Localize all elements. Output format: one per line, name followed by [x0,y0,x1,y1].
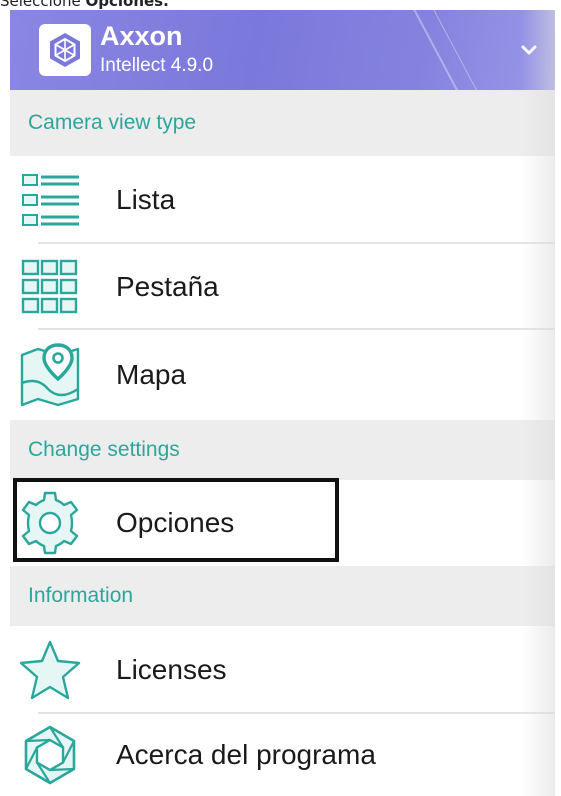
instruction-caption: Seleccione Opciones. [0,0,169,10]
section-camera-view-type: Camera view type [10,90,555,156]
caption-emphasis: Opciones. [85,0,169,10]
axxon-logo-icon [39,24,91,76]
menu-item-mapa[interactable]: Mapa [10,330,555,420]
menu-item-pestana[interactable]: Pestaña [10,244,555,330]
menu-item-lista[interactable]: Lista [10,156,555,244]
section-label: Change settings [28,438,180,461]
menu-item-licenses[interactable]: Licenses [10,626,555,714]
grid-icon [16,253,84,321]
section-change-settings: Change settings [10,420,555,480]
caption-prefix: Seleccione [0,0,86,10]
section-label: Information [28,584,134,607]
brand-title: Axxon [100,21,183,51]
about-logo-icon [16,721,84,789]
chevron-down-icon[interactable] [517,38,541,62]
star-icon [16,636,84,704]
menu-item-label: Licenses [116,654,227,685]
menu-item-label: Acerca del programa [116,739,376,770]
section-information: Information [10,566,555,626]
menu-item-acerca[interactable]: Acerca del programa [10,714,555,796]
gear-icon [16,489,84,557]
menu-item-label: Pestaña [116,271,219,302]
screenshot-page: Seleccione Opciones. Axxon Intellect 4.9… [0,0,561,796]
section-label: Camera view type [28,111,197,134]
app-header: Axxon Intellect 4.9.0 [10,10,555,90]
map-pin-icon [16,341,84,409]
list-icon [16,166,84,234]
menu-item-opciones[interactable]: Opciones [10,480,555,566]
navigation-menu: Axxon Intellect 4.9.0 Camera view type L… [10,10,555,796]
menu-item-label: Opciones [116,507,235,538]
menu-item-label: Lista [116,184,176,215]
brand-subtitle: Intellect 4.9.0 [100,55,214,76]
menu-item-label: Mapa [116,359,187,390]
